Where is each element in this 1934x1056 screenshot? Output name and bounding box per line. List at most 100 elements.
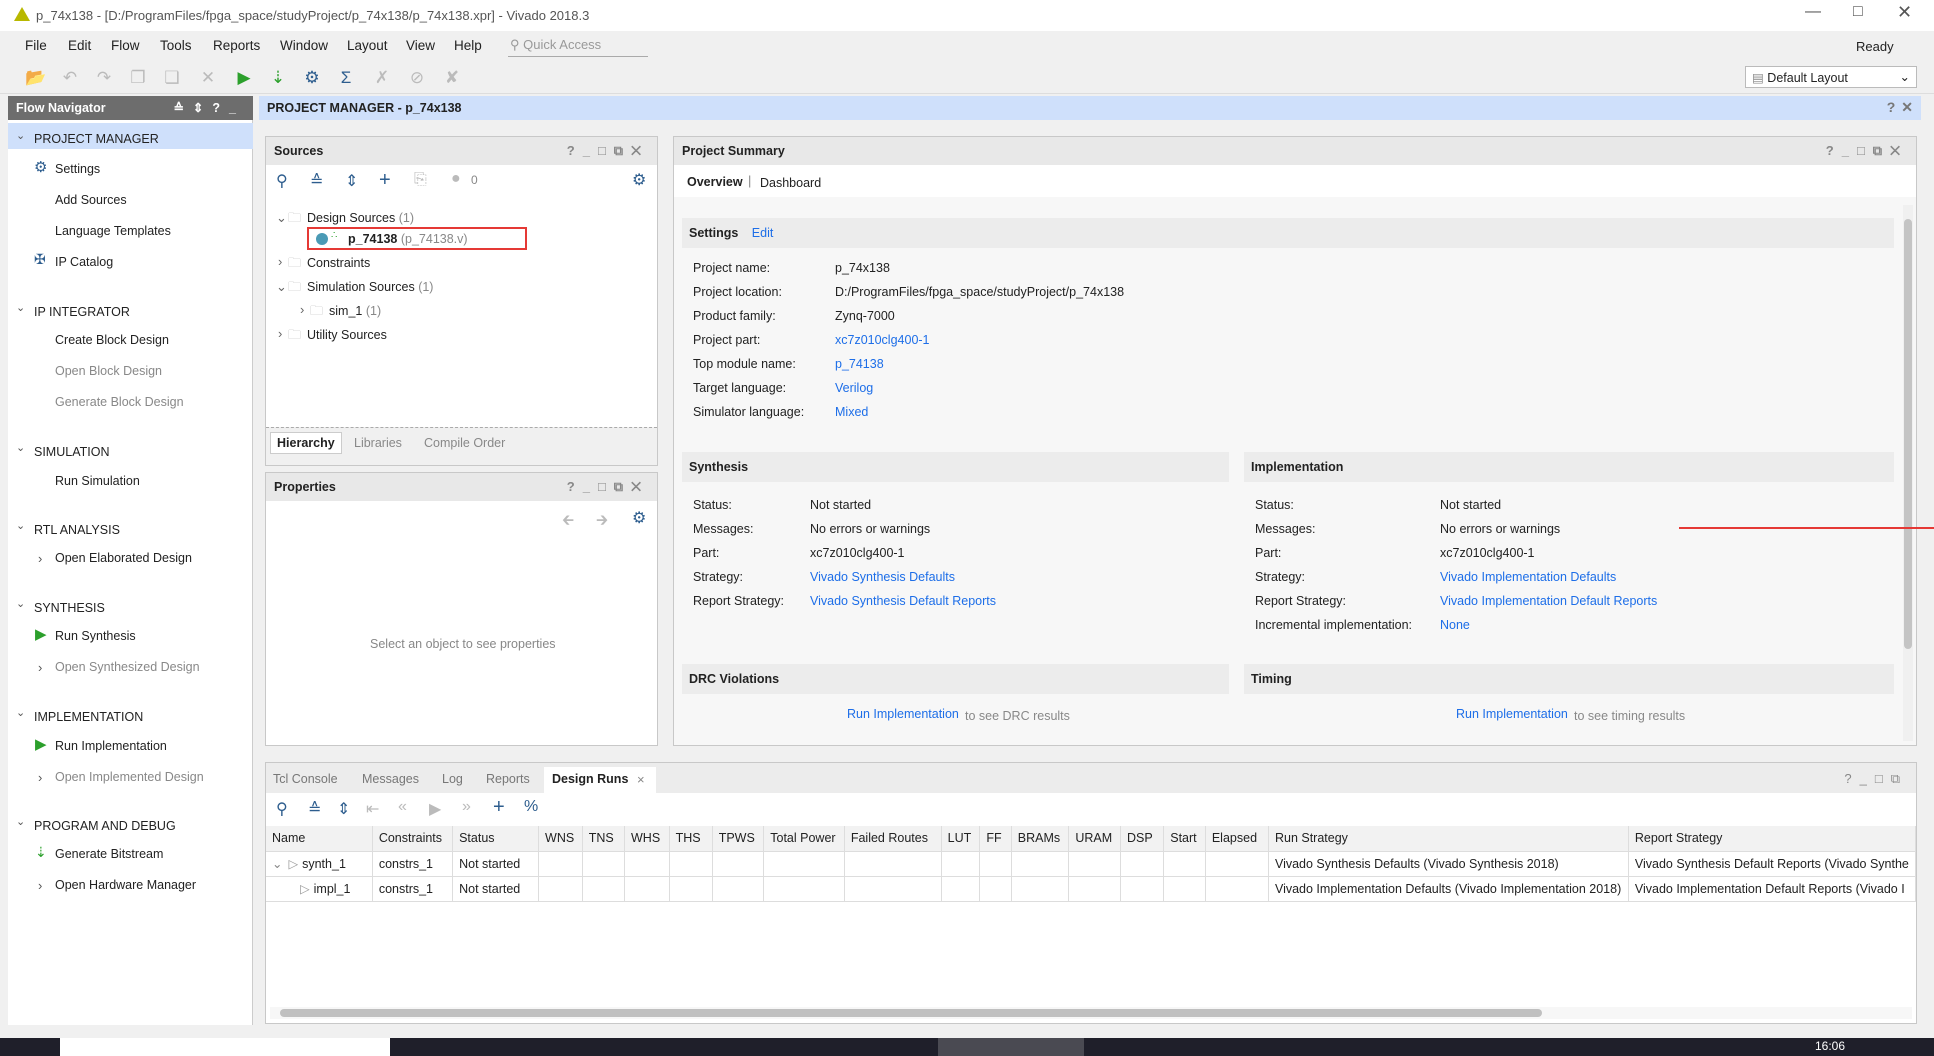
chevron-down-icon[interactable]: ⌄ [16, 519, 25, 532]
summary-link[interactable]: Vivado Synthesis Default Reports [810, 594, 996, 608]
column-header[interactable]: DSP [1120, 826, 1165, 852]
chevron-down-icon[interactable]: ⌄ [272, 857, 282, 871]
column-header[interactable]: URAM [1068, 826, 1122, 852]
nav-item-generate-block-design[interactable]: Generate Block Design [55, 395, 184, 409]
nav-item-open-elaborated-design[interactable]: Open Elaborated Design [55, 551, 192, 565]
drc-run-implementation-link[interactable]: Run Implementation [847, 707, 959, 721]
column-header[interactable]: Elapsed [1205, 826, 1269, 852]
tree-item-p-74138[interactable]: p_74138 (p_74138.v) [348, 232, 468, 246]
chevron-down-icon[interactable]: ⌄ [276, 210, 287, 226]
chevron-down-icon[interactable]: ⌄ [16, 129, 25, 142]
first-icon[interactable]: ⇤ [366, 799, 379, 819]
chevron-down-icon[interactable]: ⌄ [16, 301, 25, 314]
column-header[interactable]: Constraints [372, 826, 454, 852]
minimize-button[interactable]: — [1805, 3, 1821, 21]
generate-bitstream-icon[interactable]: ⇣ [266, 66, 290, 90]
nav-item-run-simulation[interactable]: Run Simulation [55, 474, 140, 488]
tab-libraries[interactable]: Libraries [354, 436, 402, 450]
run-icon[interactable]: ▶ [232, 66, 256, 90]
percent-icon[interactable]: % [524, 798, 538, 816]
column-header[interactable]: TPWS [712, 826, 765, 852]
chevron-down-icon[interactable]: ⌄ [276, 279, 287, 295]
maximize-button[interactable]: □ [1853, 3, 1863, 21]
redo-icon[interactable]: ↷ [92, 66, 116, 90]
column-header[interactable]: Name [266, 826, 373, 852]
gear-icon[interactable]: ⚙ [632, 170, 646, 190]
disabled-tool-icon-3[interactable]: ✘ [440, 66, 464, 90]
column-header[interactable]: Status [452, 826, 540, 852]
copy-icon[interactable]: ❐ [126, 66, 150, 90]
chevron-right-icon[interactable]: › [300, 302, 304, 317]
add-sources-icon[interactable]: + [379, 169, 391, 192]
tree-item-design-sources[interactable]: Design Sources (1) [307, 211, 414, 225]
taskbar-search-box[interactable] [60, 1038, 390, 1056]
collapse-all-icon[interactable]: ≙ [308, 799, 321, 819]
layout-select[interactable]: ▤ Default Layout ⌄ [1745, 66, 1917, 88]
previous-icon[interactable]: « [398, 798, 407, 816]
tab-messages[interactable]: Messages [362, 772, 419, 786]
forward-arrow-icon[interactable]: 🡲 [596, 510, 608, 535]
tree-item-utility-sources[interactable]: Utility Sources [307, 328, 387, 342]
chevron-down-icon[interactable]: ⌄ [16, 706, 25, 719]
column-header[interactable]: WHS [624, 826, 670, 852]
messages-icon[interactable]: ● [451, 170, 461, 188]
tree-item-constraints[interactable]: Constraints [307, 256, 370, 270]
tree-item-simulation-sources[interactable]: Simulation Sources (1) [307, 280, 433, 294]
disabled-tool-icon-1[interactable]: ✗ [370, 66, 394, 90]
timing-run-implementation-link[interactable]: Run Implementation [1456, 707, 1568, 721]
launch-run-icon[interactable]: ▶ [429, 799, 441, 819]
menu-window[interactable]: Window [280, 38, 328, 53]
chevron-right-icon[interactable]: › [38, 878, 42, 893]
nav-item-run-synthesis[interactable]: Run Synthesis [55, 629, 136, 643]
search-icon[interactable]: ⚲ [276, 799, 288, 819]
column-header[interactable]: WNS [538, 826, 583, 852]
menu-layout[interactable]: Layout [347, 38, 388, 53]
summary-link[interactable]: Vivado Synthesis Defaults [810, 570, 955, 584]
menu-help[interactable]: Help [454, 38, 482, 53]
column-header[interactable]: BRAMs [1011, 826, 1070, 852]
summary-link[interactable]: Mixed [835, 405, 868, 419]
panel-controls[interactable]: ?_□⧉✕ [567, 479, 649, 495]
settings-edit-link[interactable]: Edit [752, 226, 774, 240]
chevron-right-icon[interactable]: › [38, 660, 42, 675]
horizontal-scrollbar[interactable] [270, 1007, 1912, 1019]
tab-compile-order[interactable]: Compile Order [424, 436, 505, 450]
chevron-down-icon[interactable]: ⌄ [16, 441, 25, 454]
nav-item-open-hardware-manager[interactable]: Open Hardware Manager [55, 878, 196, 892]
column-header[interactable]: Report Strategy [1628, 826, 1917, 852]
column-header[interactable]: THS [669, 826, 713, 852]
summary-link[interactable]: Vivado Implementation Defaults [1440, 570, 1616, 584]
collapse-all-icon[interactable]: ≙ [310, 171, 323, 191]
expand-all-icon[interactable]: ⇕ [337, 799, 350, 819]
tab-log[interactable]: Log [442, 772, 463, 786]
table-row[interactable]: ⌄ ▷ synth_1 constrs_1 Not started Vivado Synt… [266, 851, 1917, 877]
add-run-icon[interactable]: + [493, 796, 505, 819]
panel-controls[interactable]: ?_□⧉✕ [1826, 143, 1908, 159]
nav-item-open-synthesized-design[interactable]: Open Synthesized Design [55, 660, 200, 674]
tab-design-runs[interactable]: Design Runs × [544, 767, 656, 793]
back-arrow-icon[interactable]: 🡰 [562, 510, 574, 535]
chevron-right-icon[interactable]: › [38, 551, 42, 566]
nav-item-ip-catalog[interactable]: IP Catalog [55, 255, 113, 269]
tree-item-sim-1[interactable]: sim_1 (1) [329, 304, 381, 318]
delete-icon[interactable]: ✕ [196, 66, 220, 90]
nav-section-synthesis[interactable]: SYNTHESIS [34, 601, 105, 615]
close-button[interactable]: ✕ [1897, 2, 1912, 23]
tab-reports[interactable]: Reports [486, 772, 530, 786]
nav-section-project-manager[interactable]: PROJECT MANAGER [34, 132, 159, 146]
nav-item-language-templates[interactable]: Language Templates [55, 224, 171, 238]
chevron-down-icon[interactable]: ⌄ [16, 815, 25, 828]
disabled-tool-icon-2[interactable]: ⊘ [405, 66, 429, 90]
menu-view[interactable]: View [406, 38, 435, 53]
panel-controls[interactable]: ?_□⧉ [1844, 771, 1908, 787]
next-icon[interactable]: » [462, 798, 471, 816]
help-doc-icon[interactable]: ⎘ [414, 171, 427, 189]
panel-controls[interactable]: ?_□⧉✕ [567, 143, 649, 159]
summary-link[interactable]: Vivado Implementation Default Reports [1440, 594, 1657, 608]
chevron-down-icon[interactable]: ⌄ [16, 597, 25, 610]
summary-link[interactable]: p_74138 [835, 357, 884, 371]
paste-icon[interactable]: ❏ [160, 66, 184, 90]
scrollbar-thumb[interactable] [280, 1009, 1542, 1017]
header-controls[interactable]: ?✕ [1887, 99, 1919, 116]
nav-section-ip-integrator[interactable]: IP INTEGRATOR [34, 305, 130, 319]
